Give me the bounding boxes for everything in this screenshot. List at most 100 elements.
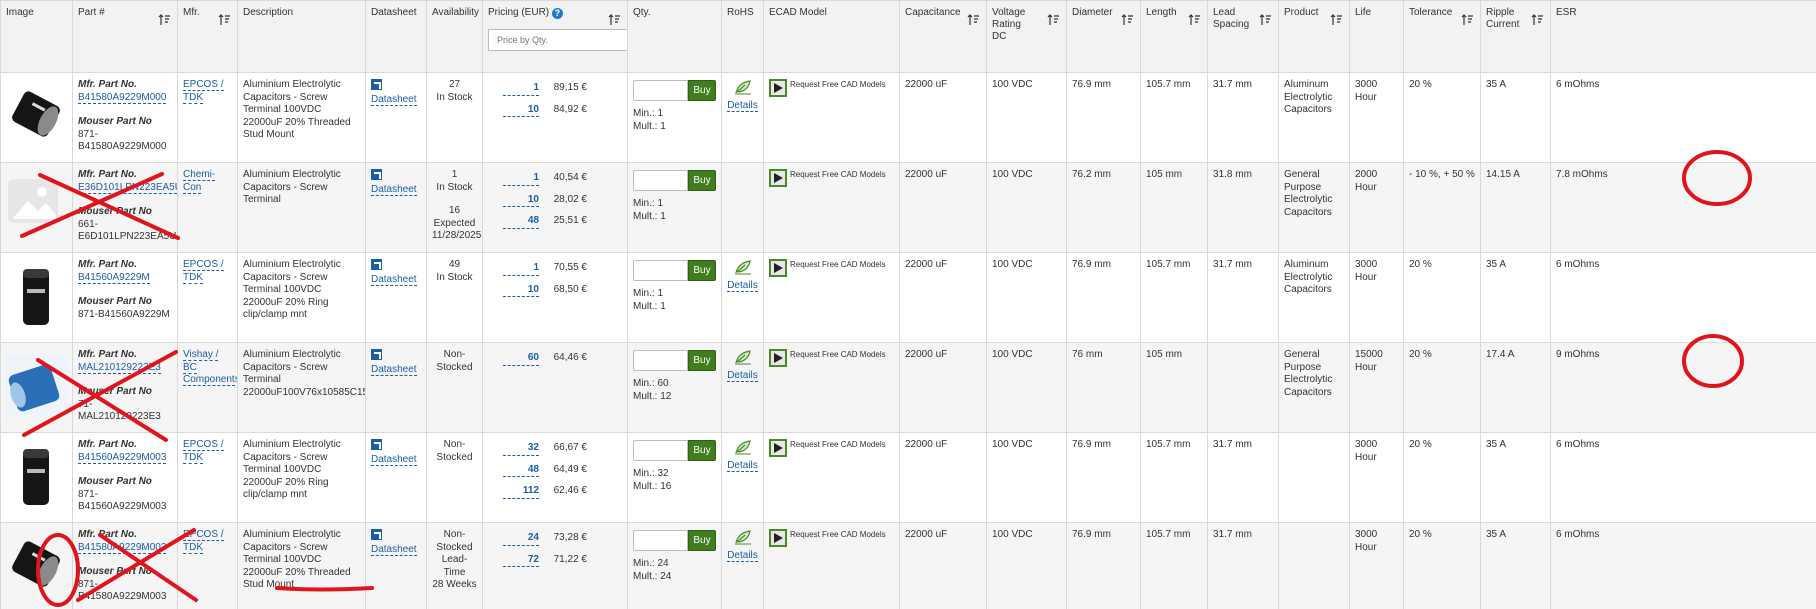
- length-cell: 105 mm: [1140, 342, 1208, 433]
- manufacturer-link[interactable]: EPCOS / TDK: [183, 439, 224, 464]
- price-break-qty-link[interactable]: 60: [503, 352, 539, 366]
- sort-icon[interactable]: [158, 13, 171, 26]
- mfr-part-link[interactable]: B41560A9229M003: [78, 451, 167, 464]
- sort-icon[interactable]: [608, 13, 621, 26]
- price-break-qty-link[interactable]: 10: [503, 284, 539, 297]
- mfr-part-link[interactable]: E36D101LPN223EA5U: [78, 181, 177, 194]
- mfr-part-link[interactable]: B41560A9229M: [78, 271, 150, 284]
- product-image[interactable]: [6, 265, 68, 327]
- col-diameter[interactable]: Diameter: [1066, 0, 1141, 73]
- col-pricing[interactable]: Pricing (EUR) ?: [482, 0, 628, 73]
- col-part[interactable]: Part #: [72, 0, 178, 73]
- sort-icon[interactable]: [1259, 13, 1272, 26]
- rohs-details-link[interactable]: Details: [727, 279, 758, 292]
- product-image[interactable]: [6, 175, 68, 237]
- col-lead-spacing[interactable]: Lead Spacing: [1207, 0, 1279, 73]
- quantity-input[interactable]: [633, 80, 688, 101]
- col-capacitance[interactable]: Capacitance: [899, 0, 987, 73]
- ecad-request-link[interactable]: Request Free CAD Models: [790, 169, 886, 180]
- buy-button[interactable]: Buy: [688, 530, 716, 551]
- mfr-part-link[interactable]: B41580A9229M000: [78, 91, 167, 104]
- length-cell: 105.7 mm: [1140, 522, 1208, 609]
- product-image[interactable]: [6, 445, 68, 507]
- sort-icon[interactable]: [1461, 13, 1474, 26]
- pricing-cell: 1 70,55 € 10 68,50 €: [482, 252, 628, 343]
- ecad-request-link[interactable]: Request Free CAD Models: [790, 79, 886, 90]
- price-break-qty-link[interactable]: 1: [503, 82, 539, 96]
- manufacturer-link[interactable]: EPCOS / TDK: [183, 529, 224, 554]
- col-ripple[interactable]: Ripple Current: [1480, 0, 1551, 73]
- col-tolerance[interactable]: Tolerance: [1403, 0, 1481, 73]
- price-break-qty-link[interactable]: 112: [503, 485, 539, 499]
- sort-icon[interactable]: [1330, 13, 1343, 26]
- datasheet-link[interactable]: Datasheet: [371, 273, 417, 286]
- price-break: 60 64,46 €: [488, 352, 587, 366]
- price-by-qty-input[interactable]: [488, 29, 627, 51]
- ecad-request-link[interactable]: Request Free CAD Models: [790, 259, 886, 270]
- quantity-input[interactable]: [633, 530, 688, 551]
- price-break-qty-link[interactable]: 10: [503, 194, 539, 207]
- product-image[interactable]: [6, 355, 68, 417]
- mult-qty: Mult.: 12: [633, 390, 672, 402]
- availability-line: Stocked: [436, 451, 473, 463]
- manufacturer-link[interactable]: EPCOS / TDK: [183, 259, 224, 284]
- price-break-qty-link[interactable]: 72: [503, 554, 539, 567]
- availability-line: 28 Weeks: [432, 579, 477, 590]
- mfr-part-link[interactable]: B41580A9229M003: [78, 541, 167, 554]
- quantity-input[interactable]: [633, 350, 688, 371]
- price-break-qty-link[interactable]: 1: [503, 172, 539, 186]
- datasheet-link[interactable]: Datasheet: [371, 363, 417, 376]
- price-break-qty-link[interactable]: 32: [503, 442, 539, 456]
- buy-button[interactable]: Buy: [688, 260, 716, 281]
- capacitance-cell: 22000 uF: [899, 432, 987, 523]
- price-break-qty-link[interactable]: 10: [503, 104, 539, 117]
- esr-cell: 6 mOhms: [1550, 522, 1816, 609]
- ecad-request-link[interactable]: Request Free CAD Models: [790, 439, 886, 450]
- col-voltage[interactable]: Voltage Rating DC: [986, 0, 1067, 73]
- datasheet-link[interactable]: Datasheet: [371, 183, 417, 196]
- buy-button[interactable]: Buy: [688, 440, 716, 461]
- sort-icon[interactable]: [1047, 13, 1060, 26]
- product-image[interactable]: [6, 535, 68, 597]
- manufacturer-link[interactable]: Vishay / BC Components: [183, 349, 237, 386]
- ecad-request-link[interactable]: Request Free CAD Models: [790, 529, 886, 540]
- datasheet-link[interactable]: Datasheet: [371, 93, 417, 106]
- part-cell: Mfr. Part No. B41560A9229M Mouser Part No 8…: [72, 252, 178, 343]
- product-image[interactable]: [6, 85, 68, 147]
- col-rohs: RoHS: [721, 0, 764, 73]
- manufacturer-link[interactable]: Chemi-Con: [183, 169, 216, 194]
- datasheet-link[interactable]: Datasheet: [371, 543, 417, 556]
- buy-button[interactable]: Buy: [688, 80, 716, 101]
- rohs-details-link[interactable]: Details: [727, 99, 758, 112]
- mfr-part-link[interactable]: MAL210129223E3: [78, 361, 161, 374]
- help-icon[interactable]: ?: [551, 8, 563, 19]
- price-break-qty-link[interactable]: 48: [503, 464, 539, 477]
- manufacturer-link[interactable]: EPCOS / TDK: [183, 79, 224, 104]
- sort-icon[interactable]: [1531, 13, 1544, 26]
- product-cell: Aluminum Electrolytic Capacitors: [1278, 72, 1350, 163]
- col-length[interactable]: Length: [1140, 0, 1208, 73]
- buy-button[interactable]: Buy: [688, 350, 716, 371]
- price-break-qty-link[interactable]: 1: [503, 262, 539, 276]
- voltage-cell: 100 VDC: [986, 72, 1067, 163]
- rohs-details-link[interactable]: Details: [727, 459, 758, 472]
- availability-cell: Non- Stocked Lead-Time 28 Weeks: [426, 522, 483, 609]
- rohs-details-link[interactable]: Details: [727, 549, 758, 562]
- datasheet-link[interactable]: Datasheet: [371, 453, 417, 466]
- sort-icon[interactable]: [1188, 13, 1201, 26]
- quantity-input[interactable]: [633, 260, 688, 281]
- price-break-qty-link[interactable]: 48: [503, 215, 539, 229]
- ecad-request-link[interactable]: Request Free CAD Models: [790, 349, 886, 360]
- sort-icon[interactable]: [967, 13, 980, 26]
- col-product[interactable]: Product: [1278, 0, 1350, 73]
- quantity-input[interactable]: [633, 440, 688, 461]
- buy-button[interactable]: Buy: [688, 170, 716, 191]
- price-break-qty-link[interactable]: 24: [503, 532, 539, 546]
- quantity-input[interactable]: [633, 170, 688, 191]
- col-mfr[interactable]: Mfr.: [177, 0, 238, 73]
- sort-icon[interactable]: [1121, 13, 1134, 26]
- capacitance-cell: 22000 uF: [899, 342, 987, 433]
- sort-icon[interactable]: [218, 13, 231, 26]
- rohs-details-link[interactable]: Details: [727, 369, 758, 382]
- availability-cell: 27 In Stock: [426, 72, 483, 163]
